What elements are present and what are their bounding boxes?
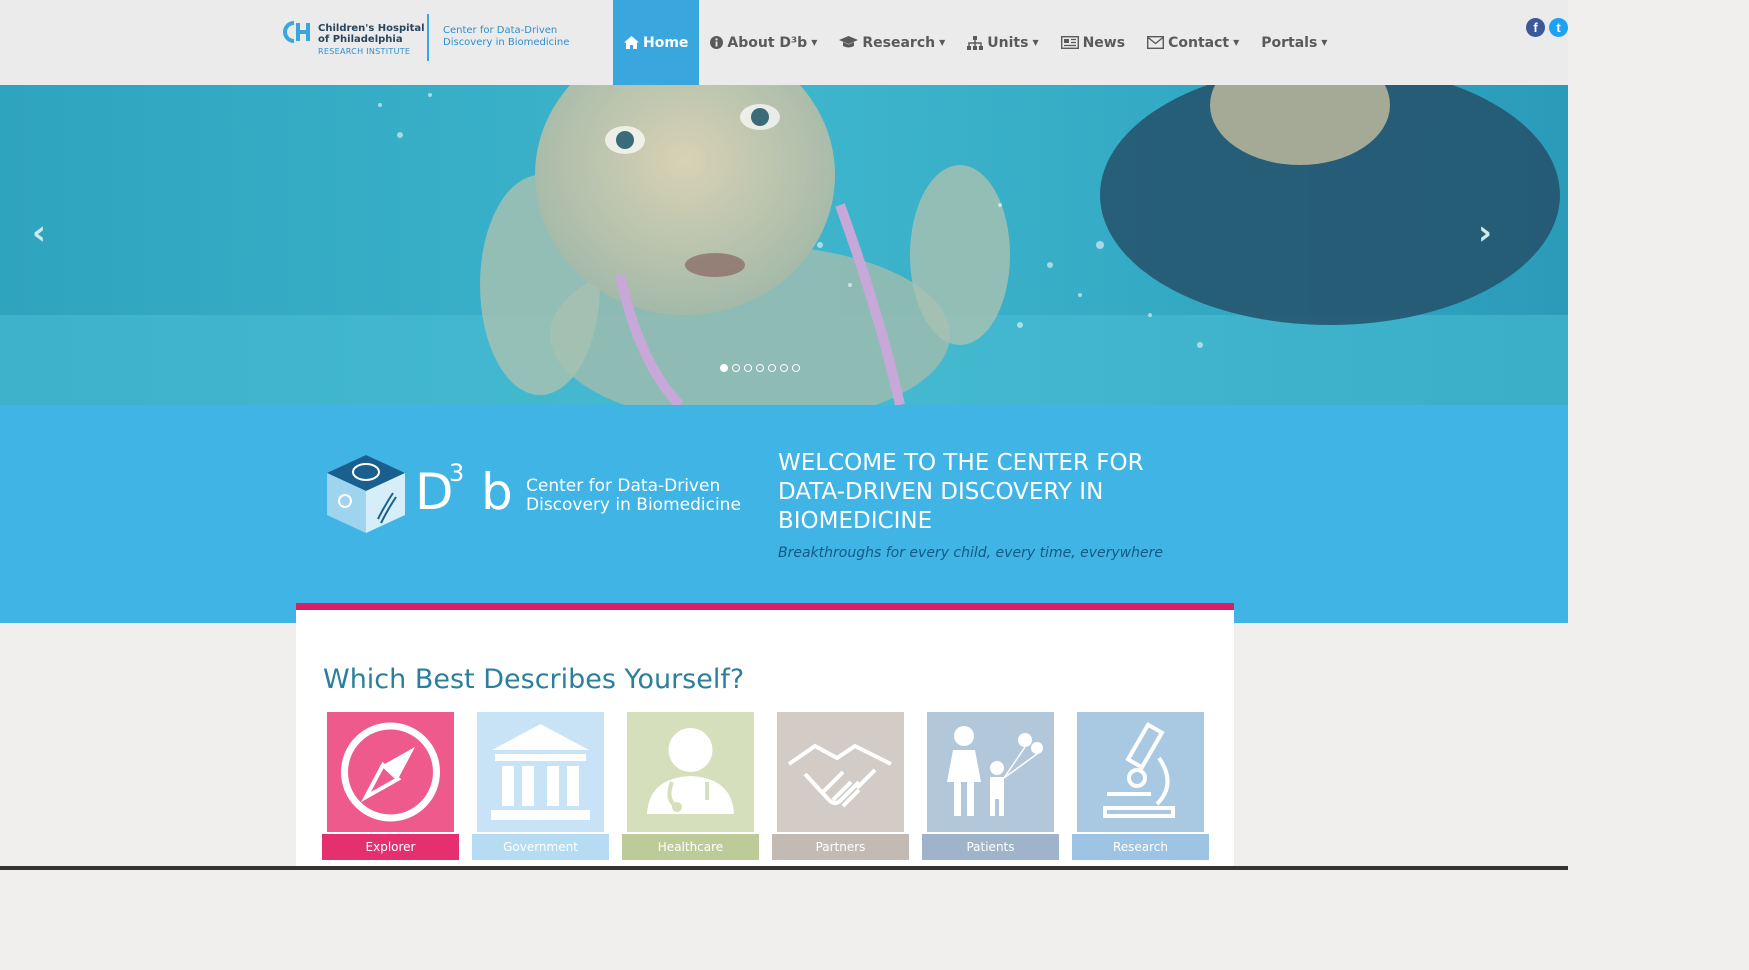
family-icon	[927, 712, 1054, 832]
handshake-icon	[777, 712, 904, 832]
carousel-dot[interactable]	[720, 364, 728, 372]
nav-units-label: Units	[987, 34, 1029, 51]
tile-research[interactable]: Research	[1072, 712, 1209, 860]
carousel-next-button[interactable]: ›	[1478, 213, 1492, 253]
welcome-band: D 3 b Center for Data-Driven Discovery i…	[0, 405, 1568, 623]
carousel-prev-button[interactable]: ‹	[32, 213, 46, 253]
nav-research[interactable]: Research ▼	[828, 0, 956, 85]
nav-home-label: Home	[643, 34, 689, 51]
home-icon	[624, 36, 639, 49]
carousel-dot[interactable]	[780, 364, 788, 372]
logo-divider	[427, 14, 429, 61]
sitemap-icon	[967, 35, 984, 50]
nav-news-label: News	[1082, 34, 1126, 51]
chevron-down-icon: ▼	[811, 38, 818, 47]
tile-partners[interactable]: Partners	[772, 712, 909, 860]
d3b-letter-d: D	[415, 463, 454, 521]
info-icon	[710, 36, 724, 49]
tile-healthcare[interactable]: Healthcare	[622, 712, 759, 860]
nav-portals[interactable]: Portals ▼	[1250, 0, 1338, 85]
nav-contact-label: Contact	[1168, 34, 1230, 51]
tile-partners-label: Partners	[772, 834, 909, 860]
nav-research-label: Research	[862, 34, 936, 51]
tile-government[interactable]: Government	[472, 712, 609, 860]
d3b-cube-icon	[327, 455, 405, 533]
d3b-superscript: 3	[449, 459, 465, 487]
carousel-dot[interactable]	[756, 364, 764, 372]
microscope-icon	[1077, 712, 1204, 832]
carousel-dot[interactable]	[744, 364, 752, 372]
facebook-icon[interactable]: f	[1526, 18, 1545, 37]
nav-units[interactable]: Units ▼	[956, 0, 1049, 85]
government-building-icon	[477, 712, 604, 832]
hero-image	[0, 85, 1568, 405]
tile-government-label: Government	[472, 834, 609, 860]
chop-mark-icon	[283, 21, 310, 43]
chevron-down-icon: ▼	[1233, 38, 1240, 47]
d3b-caption-line1: Center for Data-Driven	[526, 476, 721, 496]
main-nav: Home About D³b ▼ Research ▼ Units ▼ News…	[613, 0, 1338, 85]
nav-contact[interactable]: Contact ▼	[1136, 0, 1250, 85]
twitter-icon[interactable]: t	[1549, 18, 1568, 37]
welcome-heading: WELCOME TO THE CENTER FOR DATA-DRIVEN DI…	[778, 450, 1144, 534]
tile-patients-label: Patients	[922, 834, 1059, 860]
nav-news[interactable]: News	[1050, 0, 1136, 85]
site-header: Children's Hospital of Philadelphia RESE…	[0, 0, 1568, 85]
d3b-letter-b: b	[481, 463, 513, 521]
tile-explorer-label: Explorer	[322, 834, 459, 860]
graduation-cap-icon	[839, 36, 859, 49]
carousel-dot[interactable]	[732, 364, 740, 372]
welcome-tagline: Breakthroughs for every child, every tim…	[778, 545, 1163, 561]
chevron-down-icon: ▼	[1321, 38, 1328, 47]
doctor-icon	[627, 712, 754, 832]
bottom-strip	[0, 866, 1568, 870]
nav-about[interactable]: About D³b ▼	[699, 0, 828, 85]
nav-home[interactable]: Home	[613, 0, 700, 85]
center-name-line2: Discovery in Biomedicine	[443, 37, 570, 48]
tile-research-label: Research	[1072, 834, 1209, 860]
chop-name-line1: Children's Hospital	[318, 23, 425, 34]
d3b-caption-line2: Discovery in Biomedicine	[526, 495, 741, 515]
tile-patients[interactable]: Patients	[922, 712, 1059, 860]
carousel-indicators	[720, 364, 800, 372]
carousel-dot[interactable]	[792, 364, 800, 372]
tile-explorer[interactable]: Explorer	[322, 712, 459, 860]
chevron-down-icon: ▼	[939, 38, 946, 47]
audience-title: Which Best Describes Yourself?	[323, 664, 745, 695]
chop-logo[interactable]: Children's Hospital of Philadelphia RESE…	[282, 17, 432, 61]
chop-name-line2: of Philadelphia	[318, 34, 403, 45]
chevron-down-icon: ▼	[1032, 38, 1039, 47]
nav-portals-label: Portals	[1261, 34, 1318, 51]
carousel-dot[interactable]	[768, 364, 776, 372]
tile-healthcare-label: Healthcare	[622, 834, 759, 860]
newspaper-icon	[1060, 36, 1079, 49]
center-name-line1: Center for Data-Driven	[443, 25, 558, 36]
compass-icon	[327, 712, 454, 832]
d3b-logo[interactable]: D 3 b Center for Data-Driven Discovery i…	[325, 453, 755, 539]
envelope-icon	[1147, 36, 1165, 49]
social-links: f t	[1526, 18, 1568, 37]
hero-carousel: ‹ ›	[0, 85, 1568, 405]
nav-about-label: About D³b	[727, 34, 808, 51]
center-name[interactable]: Center for Data-Driven Discovery in Biom…	[443, 25, 569, 49]
chop-name-line3: RESEARCH INSTITUTE	[318, 47, 411, 56]
d3b-caption: Center for Data-Driven Discovery in Biom…	[526, 477, 741, 515]
audience-card: Which Best Describes Yourself? Explorer …	[296, 603, 1234, 870]
